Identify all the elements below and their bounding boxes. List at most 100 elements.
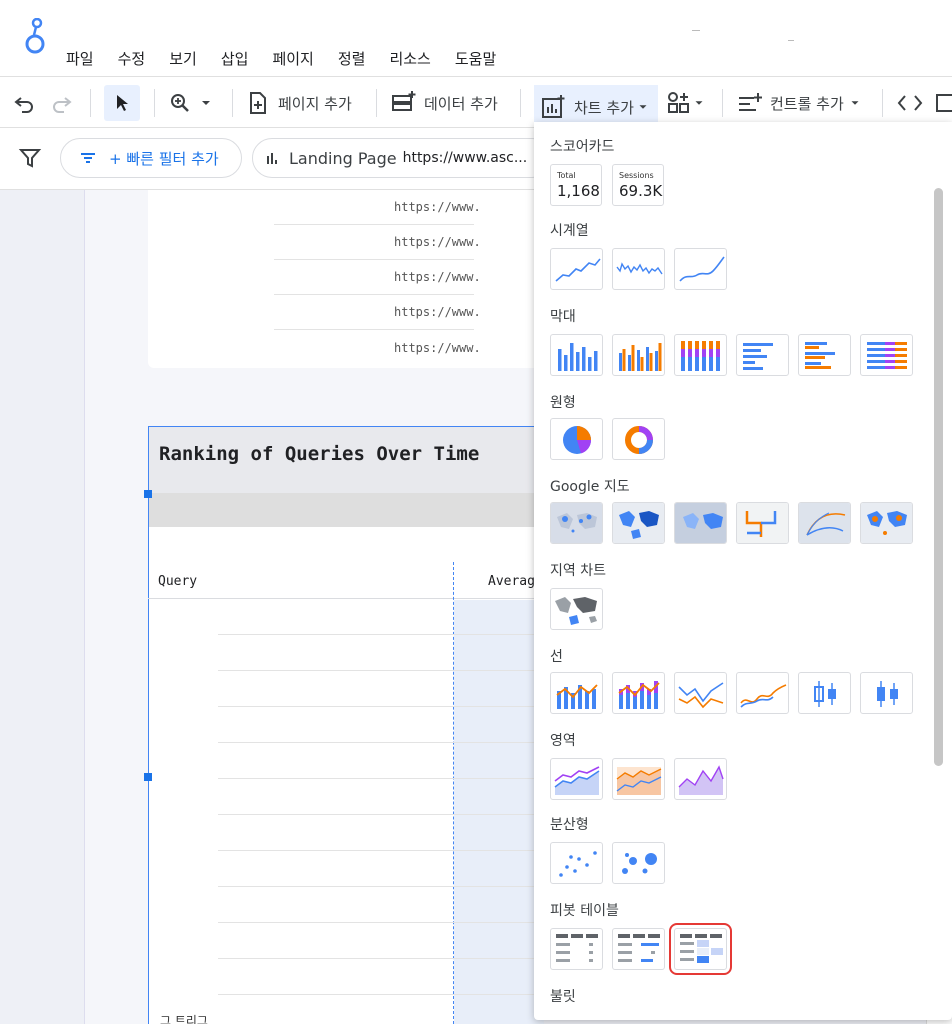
chart-option-scatter[interactable] xyxy=(550,842,603,884)
select-tool-button[interactable] xyxy=(104,85,140,121)
chart-option-combo-map[interactable] xyxy=(860,502,913,544)
chart-option-stacked-combo[interactable] xyxy=(612,672,665,714)
pivot-table-heatmap-icon xyxy=(680,934,723,963)
chart-option-heatmap-map[interactable] xyxy=(674,502,727,544)
embed-code-button[interactable] xyxy=(896,85,924,121)
menu-resources[interactable]: 리소스 xyxy=(389,48,430,69)
chart-option-connection-map[interactable] xyxy=(798,502,851,544)
image-button[interactable] xyxy=(934,85,952,121)
stacked-area-chart-icon xyxy=(616,767,662,795)
zoom-button[interactable] xyxy=(168,85,214,121)
chart-option-stacked-area[interactable] xyxy=(612,758,665,800)
candlestick-filled-chart-icon xyxy=(877,681,898,707)
chart-option-area[interactable] xyxy=(550,758,603,800)
chart-option-candlestick[interactable] xyxy=(798,672,851,714)
table-row: https://www. xyxy=(274,330,481,365)
table-row xyxy=(218,994,544,995)
add-data-label: 데이터 추가 xyxy=(424,94,498,113)
menu-help[interactable]: 도움말 xyxy=(455,48,496,69)
filter-icon[interactable] xyxy=(18,146,42,170)
filled-map-icon xyxy=(613,503,664,543)
chart-option-scorecard-total[interactable]: Total 1,168 xyxy=(550,164,602,206)
chart-option-timeseries-1[interactable] xyxy=(550,248,603,290)
landing-page-table[interactable]: https://www. https://www. https://www. h… xyxy=(148,190,543,368)
add-page-button[interactable]: 페이지 추가 xyxy=(246,85,352,121)
resize-handle-top-left[interactable] xyxy=(144,490,152,498)
chart-subheader xyxy=(149,493,544,527)
resize-handle-left[interactable] xyxy=(144,773,152,781)
chart-option-filled-map[interactable] xyxy=(612,502,665,544)
chart-option-grouped-column[interactable] xyxy=(612,334,665,376)
chip-value: https://www.asc... xyxy=(402,150,528,166)
section-google-maps: Google 지도 xyxy=(550,479,630,495)
combo-chart-icon xyxy=(556,684,598,709)
chart-option-bar[interactable] xyxy=(736,334,789,376)
chart-option-scorecard-sessions[interactable]: Sessions 69.3K xyxy=(612,164,664,206)
add-page-icon xyxy=(250,92,266,114)
cursor-arrow-icon xyxy=(117,95,128,111)
menu-page[interactable]: 페이지 xyxy=(272,48,313,69)
add-data-icon xyxy=(392,91,416,111)
looker-studio-logo[interactable] xyxy=(20,18,50,58)
table-row xyxy=(218,706,544,707)
looker-studio-editor: 파일 수정 보기 삽입 페이지 정렬 리소스 도움말 페이지 추가 데이터 추가… xyxy=(0,0,952,1024)
pivot-table-bars-icon xyxy=(618,934,660,962)
chart-option-stacked-column[interactable] xyxy=(674,334,727,376)
chart-option-timeseries-3[interactable] xyxy=(674,248,727,290)
menu-file[interactable]: 파일 xyxy=(66,48,94,69)
sparkline-chart-icon xyxy=(616,262,663,275)
chart-option-combo[interactable] xyxy=(550,672,603,714)
table-row xyxy=(218,778,544,779)
section-timeseries: 시계열 xyxy=(550,223,589,239)
landing-page-filter-chip[interactable]: Landing Page https://www.asc... xyxy=(252,138,552,178)
line-chart-icon xyxy=(555,258,601,282)
add-component-button[interactable] xyxy=(666,85,706,121)
add-control-button[interactable]: 컨트롤 추가 xyxy=(736,85,862,121)
chart-option-geo[interactable] xyxy=(550,588,603,630)
table-row: https://www. xyxy=(274,260,481,295)
row-text: 그 트리그 xyxy=(160,1014,208,1024)
scorecard-value: 1,168 xyxy=(557,182,600,200)
chart-option-pivot-table-heatmap[interactable] xyxy=(669,923,732,975)
chart-title-area: Ranking of Queries Over Time xyxy=(149,427,544,493)
100-stacked-area-chart-icon xyxy=(678,765,724,795)
dropdown-scrollbar[interactable] xyxy=(934,188,943,766)
table-row xyxy=(218,634,544,635)
add-quick-filter-button[interactable]: + 빠른 필터 추가 xyxy=(60,138,242,178)
average-column-highlight xyxy=(454,600,544,1024)
chart-option-line[interactable] xyxy=(674,672,727,714)
column-header-query[interactable]: Query xyxy=(158,574,197,589)
bar-chart-icon xyxy=(267,153,277,164)
column-chart-icon xyxy=(558,343,598,371)
chart-option-pie[interactable] xyxy=(550,418,603,460)
quick-filter-label: + 빠른 필터 추가 xyxy=(109,149,219,168)
column-header-average[interactable]: Averag xyxy=(488,574,535,589)
table-row xyxy=(218,922,544,923)
chart-option-pivot-table-bars[interactable] xyxy=(612,928,665,970)
chart-option-donut[interactable] xyxy=(612,418,665,460)
undo-button[interactable] xyxy=(12,85,36,121)
chart-option-bubble-map[interactable] xyxy=(550,502,603,544)
add-data-button[interactable]: 데이터 추가 xyxy=(390,85,498,121)
section-scorecard: 스코어카드 xyxy=(550,139,615,155)
add-chart-icon xyxy=(542,95,565,118)
chart-option-column[interactable] xyxy=(550,334,603,376)
chart-option-bubble[interactable] xyxy=(612,842,665,884)
table-row: https://www. xyxy=(274,190,481,225)
chart-option-pivot-table[interactable] xyxy=(550,928,603,970)
menu-arrange[interactable]: 정렬 xyxy=(338,48,366,69)
menu-view[interactable]: 보기 xyxy=(169,48,197,69)
chart-option-stepped-area[interactable] xyxy=(674,758,727,800)
chart-option-grouped-bar[interactable] xyxy=(798,334,851,376)
redo-button[interactable] xyxy=(50,85,74,121)
chart-option-line-map[interactable] xyxy=(736,502,789,544)
bar-chart-icon xyxy=(743,343,773,370)
table-row: https://www. xyxy=(274,225,481,260)
chart-option-smooth-line[interactable] xyxy=(736,672,789,714)
menu-insert[interactable]: 삽입 xyxy=(221,48,249,69)
chart-option-stacked-bar[interactable] xyxy=(860,334,913,376)
table-row xyxy=(218,814,544,815)
menu-edit[interactable]: 수정 xyxy=(118,48,146,69)
chart-option-timeseries-2[interactable] xyxy=(612,248,665,290)
chart-option-candlestick-filled[interactable] xyxy=(860,672,913,714)
